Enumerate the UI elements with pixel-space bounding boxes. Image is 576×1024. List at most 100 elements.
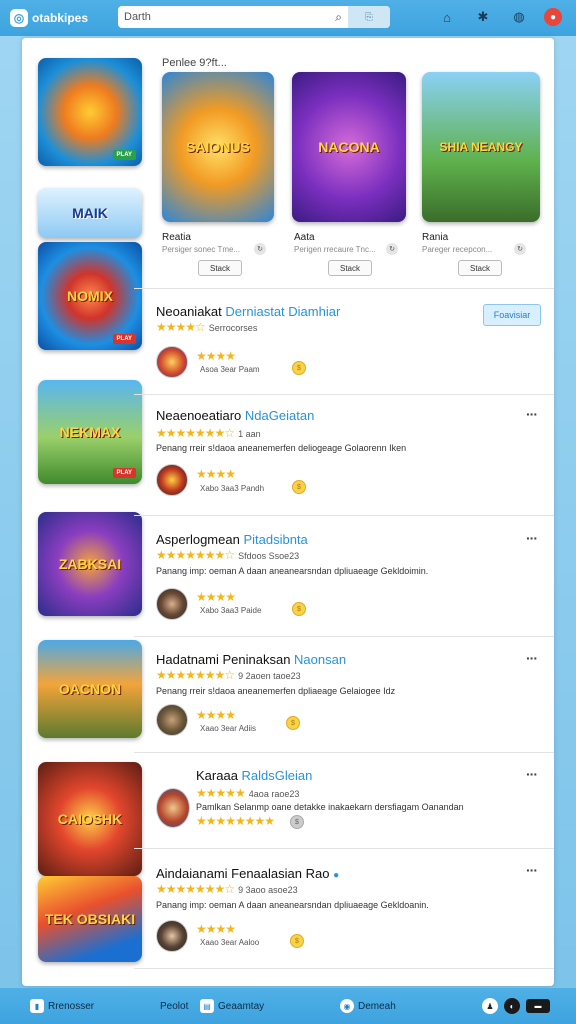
- divider: [134, 968, 554, 969]
- more-options-icon[interactable]: ···: [526, 862, 538, 878]
- left-thumb-5[interactable]: ZABKSAI: [38, 512, 142, 616]
- thumb-badge: PLAY: [112, 334, 136, 344]
- reviewer-stars: ★★★★: [196, 467, 236, 481]
- more-options-icon[interactable]: ···: [526, 406, 538, 422]
- left-thumb-6[interactable]: OACNON: [38, 640, 142, 738]
- bottom-nav-item-3[interactable]: ▤ Geaamtay: [200, 988, 264, 1024]
- bottom-nav-item-4[interactable]: ◉ Demeah: [340, 988, 396, 1024]
- left-thumb-2[interactable]: MAIK: [38, 188, 142, 238]
- featured-section-title: Penlee 9?ft...: [162, 57, 227, 69]
- left-thumb-4[interactable]: NEKMAX PLAY: [38, 380, 142, 484]
- coin-icon[interactable]: $: [292, 480, 306, 494]
- book-icon: ▤: [200, 999, 214, 1013]
- follow-button[interactable]: Foavisiar: [483, 304, 541, 326]
- share-icon[interactable]: ↻: [514, 243, 526, 255]
- featured-card-art-2[interactable]: NACONA: [292, 72, 406, 222]
- avatar[interactable]: [156, 920, 188, 952]
- more-options-icon[interactable]: ···: [526, 530, 538, 546]
- avatar[interactable]: [156, 588, 188, 620]
- left-thumb-1[interactable]: PLAY: [38, 58, 142, 166]
- bottom-nav-item-2[interactable]: Peolot: [160, 988, 188, 1024]
- rating-stars: ★★★★★: [196, 786, 246, 800]
- bottom-nav-label: Demeah: [358, 1000, 396, 1012]
- divider: [134, 394, 554, 395]
- reviewer-stars: ★★★★: [196, 922, 236, 936]
- coin-icon[interactable]: $: [290, 815, 304, 829]
- row-title[interactable]: Aindaianami Fenaalasian Rao ●: [156, 866, 339, 881]
- coin-icon[interactable]: $: [292, 361, 306, 375]
- row-rating: ★★★★★★★☆ Sfdoos Ssoe23: [156, 548, 299, 562]
- row-description: Penang rreir s!daoa aneanemerfen dpliaea…: [156, 686, 396, 696]
- search-input[interactable]: Darth: [124, 11, 151, 23]
- user-icon[interactable]: ♟: [482, 998, 498, 1014]
- reviewer-stars: ★★★★: [196, 590, 236, 604]
- rating-stars: ★★★★★★★☆: [156, 882, 235, 896]
- divider: [134, 752, 554, 753]
- row-title-text: Neoaniakat: [156, 304, 222, 319]
- bottom-nav-label: Geaamtay: [218, 1000, 265, 1012]
- rating-stars: ★★★★★★★☆: [156, 548, 235, 562]
- row-title[interactable]: Neaenoeatiaro NdaGeiatan: [156, 408, 314, 423]
- row-title-link[interactable]: Derniastat Diamhiar: [225, 304, 340, 319]
- row-title[interactable]: Hadatnami Peninaksan Naonsan: [156, 652, 346, 667]
- avatar[interactable]: [156, 464, 188, 496]
- featured-card-art-3[interactable]: SHIA NEANGY: [422, 72, 540, 222]
- coin-icon[interactable]: $: [292, 602, 306, 616]
- rating-text: Serrocorses: [208, 323, 258, 333]
- featured-card-art-1[interactable]: SAIONUS: [162, 72, 274, 222]
- controller-icon[interactable]: ◐: [504, 998, 520, 1014]
- menu-icon[interactable]: ▬: [526, 999, 550, 1013]
- featured-card-button-2[interactable]: Stack: [328, 260, 372, 276]
- row-title-link[interactable]: RaldsGleian: [242, 768, 313, 783]
- featured-card-sub-2: Perigen rrecaure Tnc...: [294, 245, 376, 254]
- left-thumb-3[interactable]: NOMIX PLAY: [38, 242, 142, 350]
- featured-card-button-3[interactable]: Stack: [458, 260, 502, 276]
- row-title[interactable]: Karaaa RaldsGleian: [196, 768, 312, 783]
- reviewer-meta: Xaao 3ear Aaloo: [200, 938, 260, 947]
- row-title-text: Asperlogmean: [156, 532, 240, 547]
- featured-card-button-1[interactable]: Stack: [198, 260, 242, 276]
- app-logo[interactable]: ◎ otabkipes: [10, 9, 88, 27]
- row-title-link[interactable]: Naonsan: [294, 652, 346, 667]
- reviewer-meta: Xabo 3aa3 Paide: [200, 606, 262, 615]
- divider: [134, 848, 554, 849]
- reviewer-meta: Asoa 3ear Paam: [200, 365, 260, 374]
- search-box[interactable]: Darth ⌕ ⎘: [118, 6, 390, 28]
- left-thumb-8[interactable]: TEK OBSIAKI: [38, 876, 142, 962]
- help-icon[interactable]: ◍: [508, 6, 530, 28]
- bottom-nav-item-1[interactable]: ▮ Rrenosser: [30, 988, 94, 1024]
- row-title[interactable]: Neoaniakat Derniastat Diamhiar: [156, 304, 340, 319]
- thumb-label: NOMIX: [67, 288, 113, 304]
- left-thumb-7[interactable]: CAIOSHK: [38, 762, 142, 876]
- row-title-text: Karaaa: [196, 768, 238, 783]
- more-options-icon[interactable]: ···: [526, 766, 538, 782]
- share-icon[interactable]: ↻: [254, 243, 266, 255]
- divider: [134, 515, 554, 516]
- avatar[interactable]: [156, 788, 190, 828]
- avatar[interactable]: [156, 704, 188, 736]
- more-options-icon[interactable]: ···: [526, 650, 538, 666]
- featured-card-name-1[interactable]: Reatia: [162, 232, 191, 243]
- thumb-label: ZABKSAI: [58, 556, 122, 572]
- logo-icon: ◎: [10, 9, 28, 27]
- row-description: Panang imp: oeman A daan aneanearsndan d…: [156, 900, 429, 910]
- search-icon[interactable]: ⌕: [335, 10, 342, 25]
- coin-icon[interactable]: $: [286, 716, 300, 730]
- featured-card-name-3[interactable]: Rania: [422, 232, 448, 243]
- row-title-link[interactable]: Pitadsibnta: [243, 532, 307, 547]
- row-title[interactable]: Asperlogmean Pitadsibnta: [156, 532, 308, 547]
- home-icon[interactable]: ⌂: [436, 6, 458, 28]
- row-rating: ★★★★★★★☆ 9 3aoo asoe23: [156, 882, 298, 896]
- share-icon[interactable]: ↻: [386, 243, 398, 255]
- settings-icon[interactable]: ✱: [472, 6, 494, 28]
- card-art-title: SAIONUS: [186, 139, 250, 155]
- top-bar: ◎ otabkipes Darth ⌕ ⎘ ⌂ ✱ ◍ ●: [0, 0, 576, 36]
- search-filter-button[interactable]: ⎘: [348, 6, 390, 28]
- notification-icon[interactable]: ●: [544, 8, 562, 26]
- globe-icon: ◉: [340, 999, 354, 1013]
- coin-icon[interactable]: $: [290, 934, 304, 948]
- row-title-link[interactable]: NdaGeiatan: [245, 408, 314, 423]
- avatar[interactable]: [156, 346, 188, 378]
- rating-text: 4aoa raoe23: [248, 789, 300, 799]
- featured-card-name-2[interactable]: Aata: [294, 232, 315, 243]
